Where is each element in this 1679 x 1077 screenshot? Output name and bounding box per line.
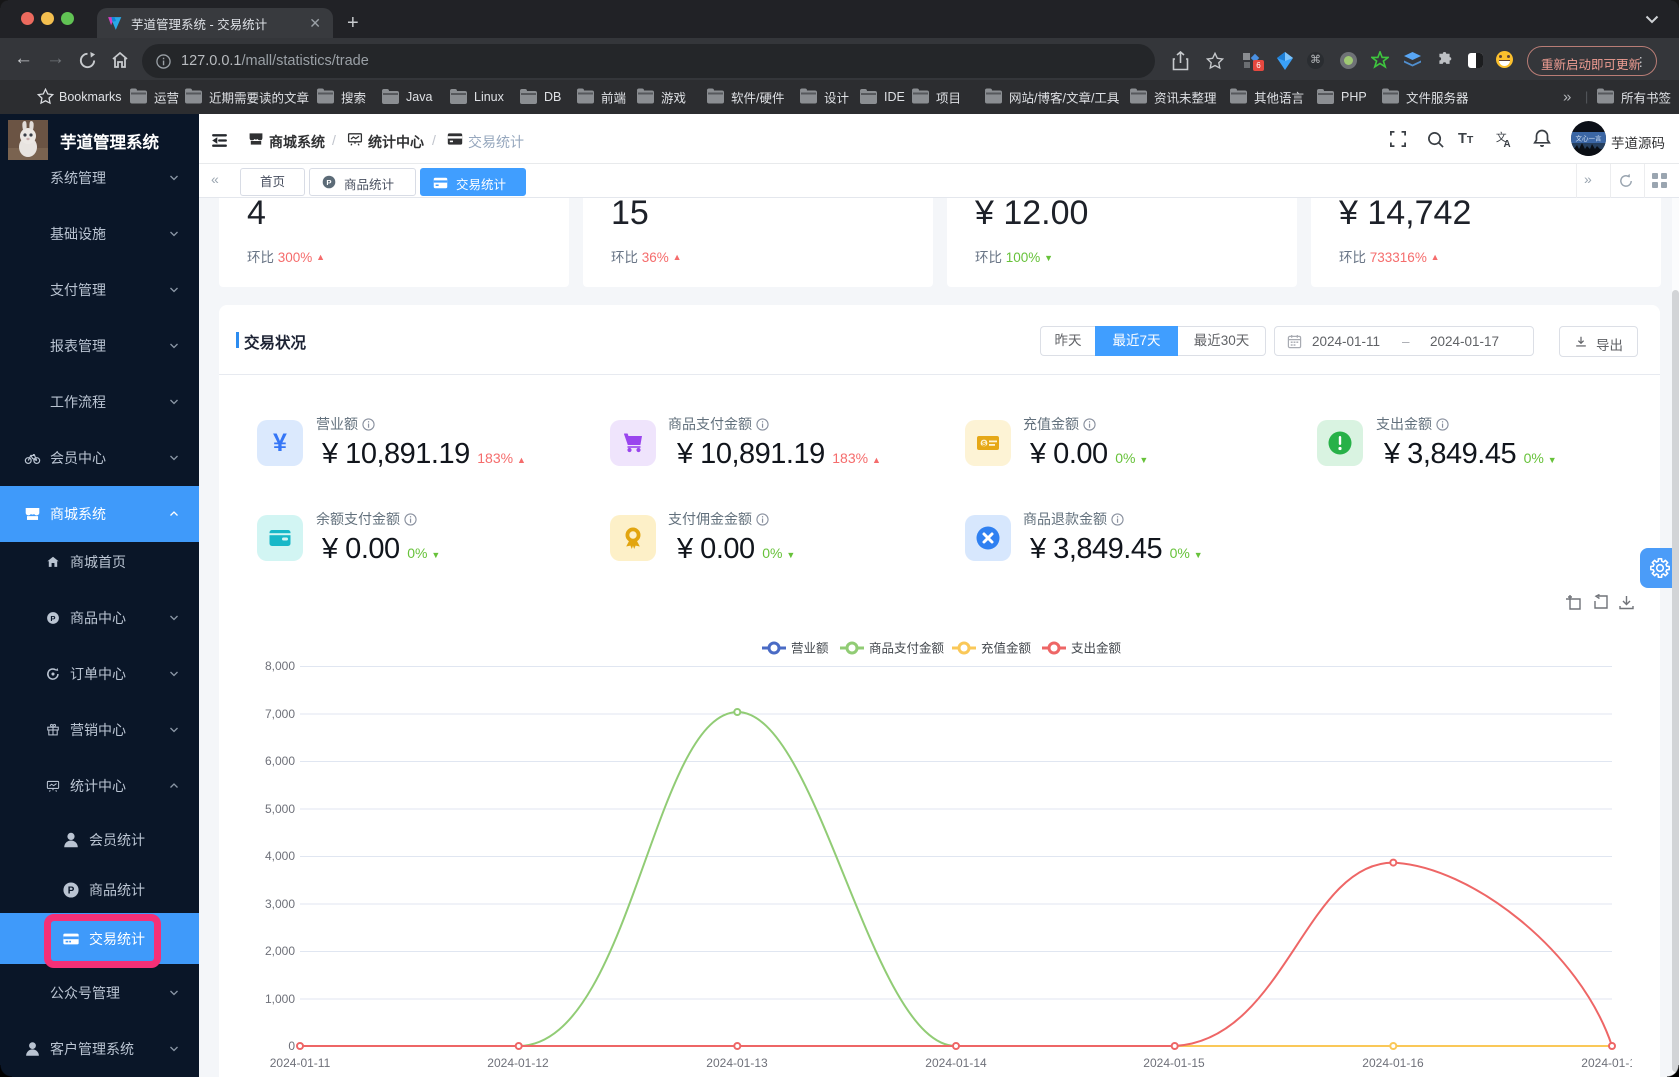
svg-text:文心一言: 文心一言 — [1576, 134, 1603, 143]
svg-text:充值金额: 充值金额 — [981, 641, 1032, 656]
svg-text:4,000: 4,000 — [265, 849, 295, 863]
svg-text:6,000: 6,000 — [265, 754, 295, 768]
svg-text:P: P — [50, 614, 55, 623]
svg-text:2024-01-16: 2024-01-16 — [1362, 1056, 1424, 1070]
svg-text:1,000: 1,000 — [265, 992, 295, 1006]
svg-text:3,000: 3,000 — [265, 897, 295, 911]
svg-text:$: $ — [982, 441, 986, 448]
svg-text:2024-01-11: 2024-01-11 — [270, 1056, 331, 1070]
svg-text:7,000: 7,000 — [265, 707, 295, 721]
svg-text:P: P — [326, 178, 331, 187]
svg-text:5,000: 5,000 — [265, 802, 295, 816]
svg-text:P: P — [68, 886, 75, 897]
svg-text:支出金额: 支出金额 — [1071, 641, 1122, 656]
svg-text:营业额: 营业额 — [791, 642, 829, 656]
svg-text:商品支付金额: 商品支付金额 — [869, 641, 945, 656]
svg-text:2024-01-15: 2024-01-15 — [1143, 1056, 1205, 1070]
svg-text:2,000: 2,000 — [265, 944, 295, 958]
svg-text:2024-01-12: 2024-01-12 — [487, 1056, 549, 1070]
svg-text:A: A — [1504, 139, 1511, 148]
svg-text:2024-01-17: 2024-01-17 — [1581, 1056, 1632, 1070]
svg-text:2024-01-13: 2024-01-13 — [706, 1056, 768, 1070]
svg-text:0: 0 — [288, 1039, 295, 1053]
svg-text:8,000: 8,000 — [265, 659, 295, 673]
svg-text:2024-01-14: 2024-01-14 — [925, 1056, 987, 1070]
